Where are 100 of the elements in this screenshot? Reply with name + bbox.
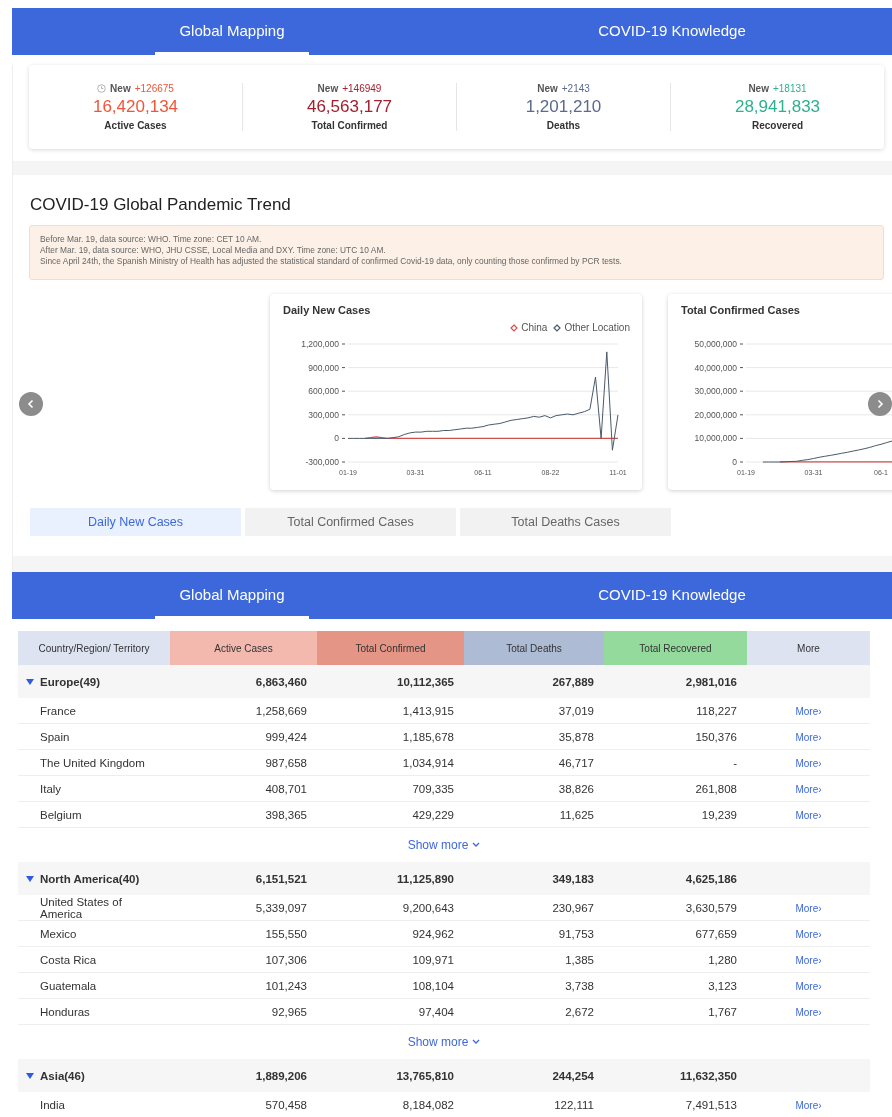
table-cell: 8,184,082 <box>317 1092 464 1117</box>
nav-tab[interactable]: COVID-19 Knowledge <box>452 8 892 55</box>
more-link[interactable]: More› <box>795 757 822 769</box>
tick-mark <box>739 461 744 463</box>
legend-marker-icon[interactable] <box>510 323 519 332</box>
more-link[interactable]: More› <box>795 705 822 717</box>
column-header: Total Recovered <box>604 631 747 665</box>
stat-label: Recovered <box>751 120 804 131</box>
total-cell: 6,151,521 <box>170 862 317 895</box>
table-cell: 999,424 <box>170 723 317 750</box>
total-cell: 2,981,016 <box>604 665 747 698</box>
table-cell: 570,458 <box>170 1092 317 1117</box>
table-cell: 408,701 <box>170 775 317 802</box>
region-name: North America(40) <box>40 872 140 885</box>
table-cell: 150,376 <box>604 723 747 750</box>
previous-button[interactable] <box>19 392 43 416</box>
country-name: United States of America <box>18 895 170 921</box>
tick-mark <box>341 367 346 369</box>
axis-label: -300,000 <box>305 457 339 467</box>
show-more-button[interactable]: Show more <box>407 838 481 852</box>
tick-mark <box>739 367 744 369</box>
tick-mark <box>341 390 346 392</box>
stat-label: Deaths <box>546 120 581 131</box>
more-link[interactable]: More› <box>795 902 822 914</box>
more-link[interactable]: More› <box>795 1006 822 1018</box>
new-label: New <box>110 83 131 94</box>
table-cell: 1,280 <box>604 946 747 973</box>
nav-tab[interactable]: Global Mapping <box>12 572 452 619</box>
table-cell: 46,717 <box>464 749 604 776</box>
tick-mark <box>739 437 744 439</box>
stat-label: Active Cases <box>104 120 167 131</box>
section-title: COVID-19 Global Pandemic Trend <box>30 195 292 215</box>
chart-title: Total Confirmed Cases <box>681 304 800 316</box>
table-cell: 107,306 <box>170 946 317 973</box>
table-cell: 101,243 <box>170 972 317 999</box>
column-header: More <box>747 631 870 665</box>
table-cell: 677,659 <box>604 920 747 947</box>
nav-tab[interactable]: Global Mapping <box>12 8 452 55</box>
column-header: Country/Region/ Territory <box>18 631 170 665</box>
chart-tab[interactable]: Total Confirmed Cases <box>245 508 456 536</box>
tick-mark <box>341 437 346 439</box>
more-link[interactable]: More› <box>795 954 822 966</box>
axis-label: 600,000 <box>308 386 339 397</box>
legend-label[interactable]: Other Location <box>564 322 630 333</box>
region-name: Europe(49) <box>40 675 101 688</box>
axis-label: 50,000,000 <box>694 339 737 349</box>
more-link[interactable]: More› <box>795 1099 822 1111</box>
country-name: Costa Rica <box>18 946 170 973</box>
axis-label: 0 <box>732 457 737 467</box>
table-cell: 92,965 <box>170 998 317 1025</box>
table-cell: 398,365 <box>170 801 317 828</box>
tick-mark <box>341 461 346 463</box>
column-header: Total Deaths <box>464 631 604 665</box>
stat-label: Total Confirmed <box>311 120 388 131</box>
chevron-down-icon <box>472 1039 481 1045</box>
table-cell: 3,630,579 <box>604 895 747 921</box>
table-cell: 1,185,678 <box>317 723 464 750</box>
more-link[interactable]: More› <box>795 809 822 821</box>
axis-label: 30,000,000 <box>694 386 737 397</box>
new-count: +2143 <box>561 83 590 94</box>
table-cell: 97,404 <box>317 998 464 1025</box>
country-name: Spain <box>18 723 170 750</box>
table-cell: 118,227 <box>604 698 747 724</box>
legend-label[interactable]: China <box>521 322 548 333</box>
total-cell: 6,863,460 <box>170 665 317 698</box>
total-cell: 11,632,350 <box>604 1059 747 1092</box>
table-cell: 35,878 <box>464 723 604 750</box>
chevron-down-icon <box>472 842 481 848</box>
table-cell: 3,123 <box>604 972 747 999</box>
show-more-button[interactable]: Show more <box>407 1035 481 1049</box>
stat-value: 46,563,177 <box>306 97 393 117</box>
new-label: New <box>537 83 558 94</box>
chart-tab[interactable]: Total Deaths Cases <box>460 508 671 536</box>
table-cell: - <box>604 749 747 776</box>
table-cell: 1,385 <box>464 946 604 973</box>
chart-title: Daily New Cases <box>283 304 371 316</box>
tick-mark <box>739 343 744 345</box>
axis-label: 0 <box>334 433 339 444</box>
more-link[interactable]: More› <box>795 928 822 940</box>
table-cell: 709,335 <box>317 775 464 802</box>
more-link[interactable]: More› <box>795 731 822 743</box>
column-header: Active Cases <box>170 631 317 665</box>
country-name: India <box>18 1092 170 1117</box>
total-cell: 10,112,365 <box>317 665 464 698</box>
chart-tab[interactable]: Daily New Cases <box>30 508 241 536</box>
expand-triangle-icon[interactable] <box>26 874 34 883</box>
expand-triangle-icon[interactable] <box>26 1071 34 1080</box>
nav-tab[interactable]: COVID-19 Knowledge <box>452 572 892 619</box>
table-cell: 230,967 <box>464 895 604 921</box>
axis-label: 40,000,000 <box>694 362 737 373</box>
total-cell: 11,125,890 <box>317 862 464 895</box>
more-link[interactable]: More› <box>795 980 822 992</box>
legend-marker-icon[interactable] <box>553 323 562 332</box>
table-cell: 11,625 <box>464 801 604 828</box>
more-link[interactable]: More› <box>795 783 822 795</box>
notice-text: Since April 24th, the Spanish Ministry of Health has adjusted the statistical standard of confirmed Covid-19 data, only counting those confirmed by PCR tests. <box>40 256 623 267</box>
expand-triangle-icon[interactable] <box>26 677 34 686</box>
table-cell: 38,826 <box>464 775 604 802</box>
table-cell: 1,413,915 <box>317 698 464 724</box>
table-cell: 429,229 <box>317 801 464 828</box>
